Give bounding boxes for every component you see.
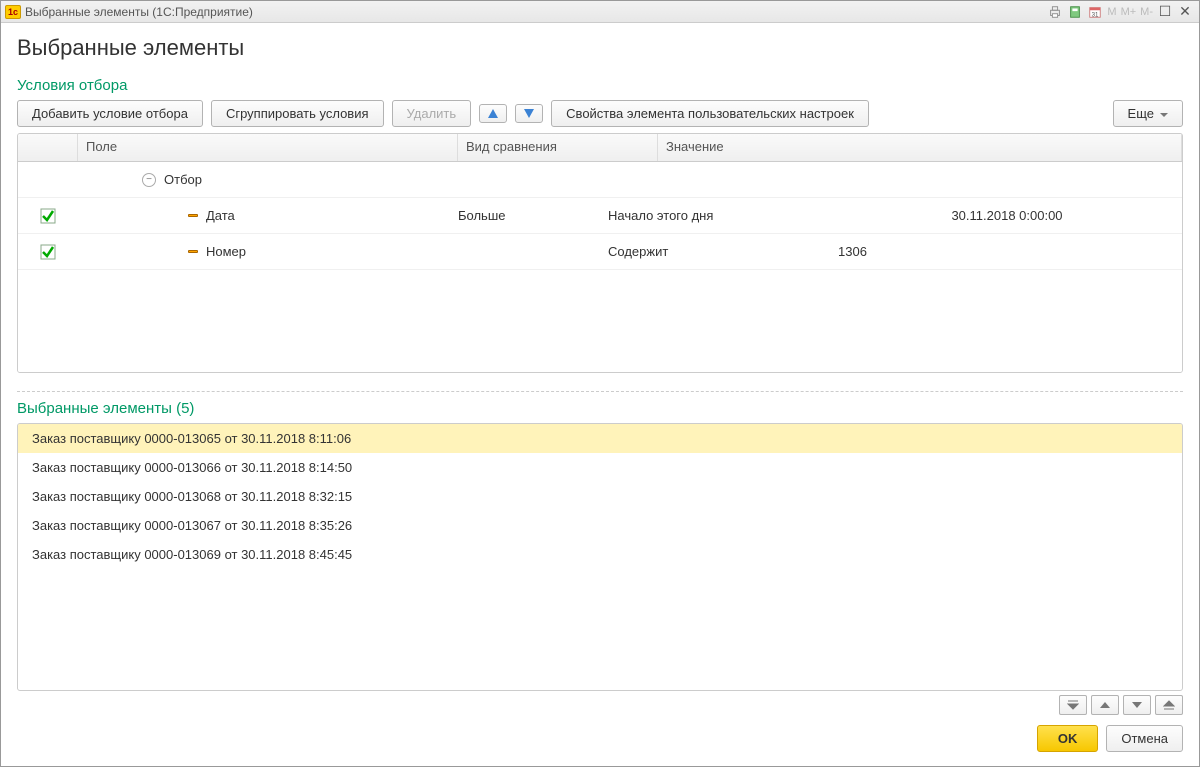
close-button[interactable]: ✕ (1175, 3, 1195, 20)
list-item[interactable]: Заказ поставщику 0000-013069 от 30.11.20… (18, 540, 1182, 569)
print-icon[interactable] (1046, 4, 1064, 20)
col-value[interactable]: Значение (658, 134, 1182, 161)
move-down-button[interactable] (515, 104, 543, 123)
list-item[interactable]: Заказ поставщику 0000-013067 от 30.11.20… (18, 511, 1182, 540)
filter-field: Дата (206, 208, 458, 223)
checkbox-icon[interactable] (40, 244, 56, 260)
list-item[interactable]: Заказ поставщику 0000-013066 от 30.11.20… (18, 453, 1182, 482)
list-item[interactable]: Заказ поставщику 0000-013065 от 30.11.20… (18, 424, 1182, 453)
grid-header: Поле Вид сравнения Значение (18, 134, 1182, 162)
filter-row[interactable]: Номер Содержит 1306 (18, 234, 1182, 270)
ok-button[interactable]: OK (1037, 725, 1099, 752)
maximize-button[interactable]: ☐ (1155, 3, 1175, 20)
modal-window: 1c Выбранные элементы (1С:Предприятие) 3… (0, 0, 1200, 767)
m-plus-label[interactable]: M+ (1119, 6, 1139, 18)
svg-text:31: 31 (1092, 11, 1099, 18)
col-comparison[interactable]: Вид сравнения (458, 134, 658, 161)
delete-button[interactable]: Удалить (392, 100, 472, 127)
move-up-button[interactable] (479, 104, 507, 123)
group-conditions-button[interactable]: Сгруппировать условия (211, 100, 384, 127)
results-list[interactable]: Заказ поставщику 0000-013065 от 30.11.20… (17, 423, 1183, 691)
list-item[interactable]: Заказ поставщику 0000-013068 от 30.11.20… (18, 482, 1182, 511)
filter-section-label: Условия отбора (17, 77, 1183, 94)
calc-icon[interactable] (1066, 4, 1084, 20)
filter-field: Номер (206, 244, 458, 259)
list-top-button[interactable] (1059, 695, 1087, 715)
section-divider (17, 391, 1183, 392)
dialog-footer: OK Отмена (1, 725, 1199, 766)
col-field[interactable]: Поле (78, 134, 458, 161)
results-section-label: Выбранные элементы (5) (17, 400, 1183, 417)
collapse-icon[interactable]: − (142, 173, 156, 187)
titlebar: 1c Выбранные элементы (1С:Предприятие) 3… (1, 1, 1199, 23)
filter-grid: Поле Вид сравнения Значение − Отбор Дат (17, 133, 1183, 373)
filter-value: 1306 (838, 244, 938, 259)
filter-root-label: Отбор (164, 172, 202, 187)
add-condition-button[interactable]: Добавить условие отбора (17, 100, 203, 127)
checkbox-icon[interactable] (40, 208, 56, 224)
filter-row[interactable]: Дата Больше Начало этого дня 30.11.2018 … (18, 198, 1182, 234)
list-down-button[interactable] (1123, 695, 1151, 715)
page-title: Выбранные элементы (17, 35, 1183, 61)
cancel-button[interactable]: Отмена (1106, 725, 1183, 752)
minus-icon (188, 250, 198, 253)
filter-comp-long: Начало этого дня (608, 208, 838, 223)
filter-comp-short: Больше (458, 208, 608, 223)
filter-toolbar: Добавить условие отбора Сгруппировать ус… (17, 100, 1183, 127)
arrow-up-icon (488, 109, 498, 118)
arrow-down-icon (524, 109, 534, 118)
minus-icon (188, 214, 198, 217)
window-title: Выбранные элементы (1С:Предприятие) (25, 5, 253, 19)
list-controls (17, 695, 1183, 715)
list-bottom-button[interactable] (1155, 695, 1183, 715)
filter-comp-long: Содержит (608, 244, 838, 259)
app-logo-icon: 1c (5, 5, 21, 19)
m-label[interactable]: M (1105, 6, 1118, 18)
more-button[interactable]: Еще (1113, 100, 1183, 127)
element-properties-button[interactable]: Свойства элемента пользовательских настр… (551, 100, 869, 127)
filter-root-row[interactable]: − Отбор (18, 162, 1182, 198)
list-up-button[interactable] (1091, 695, 1119, 715)
calendar-icon[interactable]: 31 (1086, 4, 1104, 20)
m-minus-label[interactable]: M- (1138, 6, 1155, 18)
filter-value: 30.11.2018 0:00:00 (838, 208, 1176, 223)
grid-body: − Отбор Дата Больше Начало этого дня 30.… (18, 162, 1182, 372)
